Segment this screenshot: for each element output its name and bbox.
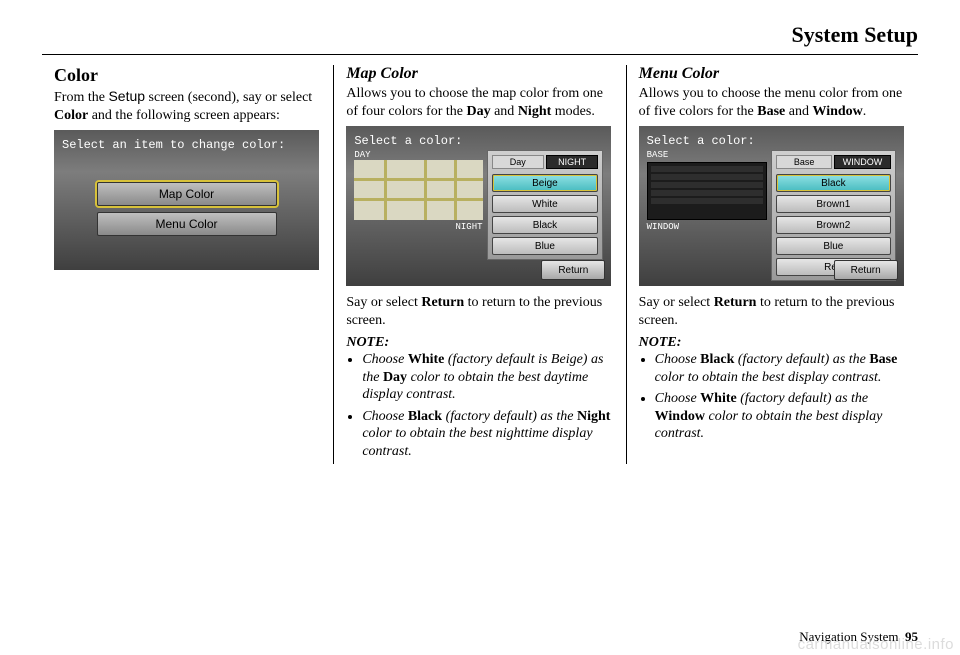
col2-note-2: Choose Black (factory default) as the Ni… bbox=[362, 408, 613, 461]
ss2-return-button[interactable]: Return bbox=[541, 260, 605, 280]
return-word: Return bbox=[714, 295, 757, 310]
window-word: Window bbox=[812, 104, 862, 119]
menu-preview bbox=[647, 162, 767, 220]
text: From the bbox=[54, 90, 108, 105]
ss3-title: Select a color: bbox=[647, 134, 896, 148]
black-word: Black bbox=[408, 409, 442, 424]
ss1-title: Select an item to change color: bbox=[62, 138, 311, 152]
screenshot-color-select: Select an item to change color: Map Colo… bbox=[54, 130, 319, 270]
col3-return-text: Say or select Return to return to the pr… bbox=[639, 294, 906, 329]
text: Choose bbox=[655, 352, 701, 367]
day-word: Day bbox=[466, 104, 490, 119]
text: and bbox=[491, 104, 518, 119]
opt-white[interactable]: White bbox=[492, 195, 599, 213]
columns: Color From the Setup screen (second), sa… bbox=[42, 65, 918, 464]
night-word: Night bbox=[577, 409, 610, 424]
screenshot-map-color: Select a color: DAY NIGHT bbox=[346, 126, 611, 286]
text: color to obtain the best nighttime displ… bbox=[362, 426, 592, 459]
return-word: Return bbox=[421, 295, 464, 310]
base-word: Base bbox=[757, 104, 785, 119]
page-title: System Setup bbox=[42, 22, 918, 55]
text: (factory default) as the bbox=[442, 409, 577, 424]
text: modes. bbox=[551, 104, 595, 119]
text: screen (second), say or select bbox=[145, 90, 312, 105]
white-word: White bbox=[408, 352, 445, 367]
text: Choose bbox=[362, 352, 408, 367]
opt-menu-brown1[interactable]: Brown1 bbox=[776, 195, 891, 213]
white-word: White bbox=[700, 391, 737, 406]
setup-word: Setup bbox=[108, 88, 145, 104]
text: Say or select bbox=[639, 295, 714, 310]
col2-intro: Allows you to choose the map color from … bbox=[346, 85, 613, 120]
text: color to obtain the best display contras… bbox=[655, 370, 882, 385]
tab-day[interactable]: Day bbox=[492, 155, 544, 169]
ss1-button-group: Map Color Menu Color bbox=[62, 182, 311, 236]
ss2-day-label: DAY bbox=[354, 150, 482, 160]
text: and the following screen appears: bbox=[88, 108, 280, 123]
page: System Setup Color From the Setup screen… bbox=[0, 0, 960, 655]
col3-note-1: Choose Black (factory default) as the Ba… bbox=[655, 351, 906, 386]
col3-note-2: Choose White (factory default) as the Wi… bbox=[655, 390, 906, 443]
col3-intro: Allows you to choose the menu color from… bbox=[639, 85, 906, 120]
ss3-return-button[interactable]: Return bbox=[834, 260, 898, 280]
text: (factory default) as the bbox=[737, 391, 868, 406]
color-word: Color bbox=[54, 108, 88, 123]
opt-beige[interactable]: Beige bbox=[492, 174, 599, 192]
opt-blue[interactable]: Blue bbox=[492, 237, 599, 255]
col3-notes: Choose Black (factory default) as the Ba… bbox=[655, 351, 906, 443]
col-color: Color From the Setup screen (second), sa… bbox=[42, 65, 333, 464]
night-word: Night bbox=[518, 104, 551, 119]
screenshot-menu-color: Select a color: BASE WINDOW Base WIND bbox=[639, 126, 904, 286]
col2-return-text: Say or select Return to return to the pr… bbox=[346, 294, 613, 329]
ss2-tabs: Day NIGHT bbox=[492, 155, 599, 169]
ss1-menu-color-button[interactable]: Menu Color bbox=[97, 212, 277, 236]
opt-menu-blue[interactable]: Blue bbox=[776, 237, 891, 255]
heading-color: Color bbox=[54, 65, 321, 86]
ss3-tabs: Base WINDOW bbox=[776, 155, 891, 169]
col1-intro: From the Setup screen (second), say or s… bbox=[54, 88, 321, 124]
tab-night[interactable]: NIGHT bbox=[546, 155, 598, 169]
col2-note-1: Choose White (factory default is Beige) … bbox=[362, 351, 613, 404]
text: and bbox=[785, 104, 812, 119]
black-word: Black bbox=[700, 352, 734, 367]
ss1-map-color-button[interactable]: Map Color bbox=[97, 182, 277, 206]
ss2-night-label: NIGHT bbox=[456, 222, 483, 232]
text: (factory default) as the bbox=[734, 352, 869, 367]
col-menu-color: Menu Color Allows you to choose the menu… bbox=[626, 65, 918, 464]
tab-base[interactable]: Base bbox=[776, 155, 832, 169]
opt-menu-black[interactable]: Black bbox=[776, 174, 891, 192]
base-word: Base bbox=[869, 352, 897, 367]
col2-note-label: NOTE: bbox=[346, 335, 613, 351]
opt-black[interactable]: Black bbox=[492, 216, 599, 234]
opt-menu-brown2[interactable]: Brown2 bbox=[776, 216, 891, 234]
window-word: Window bbox=[655, 409, 705, 424]
col2-notes: Choose White (factory default is Beige) … bbox=[362, 351, 613, 460]
ss3-left-preview: BASE WINDOW bbox=[647, 150, 767, 281]
text: Choose bbox=[362, 409, 408, 424]
text: Choose bbox=[655, 391, 701, 406]
map-preview-day bbox=[354, 160, 482, 220]
ss3-base-label: BASE bbox=[647, 150, 767, 160]
col3-note-label: NOTE: bbox=[639, 335, 906, 351]
ss2-options-panel: Day NIGHT Beige White Black Blue bbox=[487, 150, 604, 260]
col-map-color: Map Color Allows you to choose the map c… bbox=[333, 65, 625, 464]
day-word: Day bbox=[383, 370, 407, 385]
heading-map-color: Map Color bbox=[346, 65, 613, 83]
ss2-title: Select a color: bbox=[354, 134, 603, 148]
heading-menu-color: Menu Color bbox=[639, 65, 906, 83]
text: Say or select bbox=[346, 295, 421, 310]
tab-window[interactable]: WINDOW bbox=[834, 155, 890, 169]
watermark: carmanualsonline.info bbox=[798, 636, 954, 653]
ss3-window-label: WINDOW bbox=[647, 222, 767, 232]
ss2-left-preview: DAY NIGHT bbox=[354, 150, 482, 260]
ss2-body: DAY NIGHT Day NIGHT bbox=[354, 150, 603, 260]
text: . bbox=[863, 104, 867, 119]
